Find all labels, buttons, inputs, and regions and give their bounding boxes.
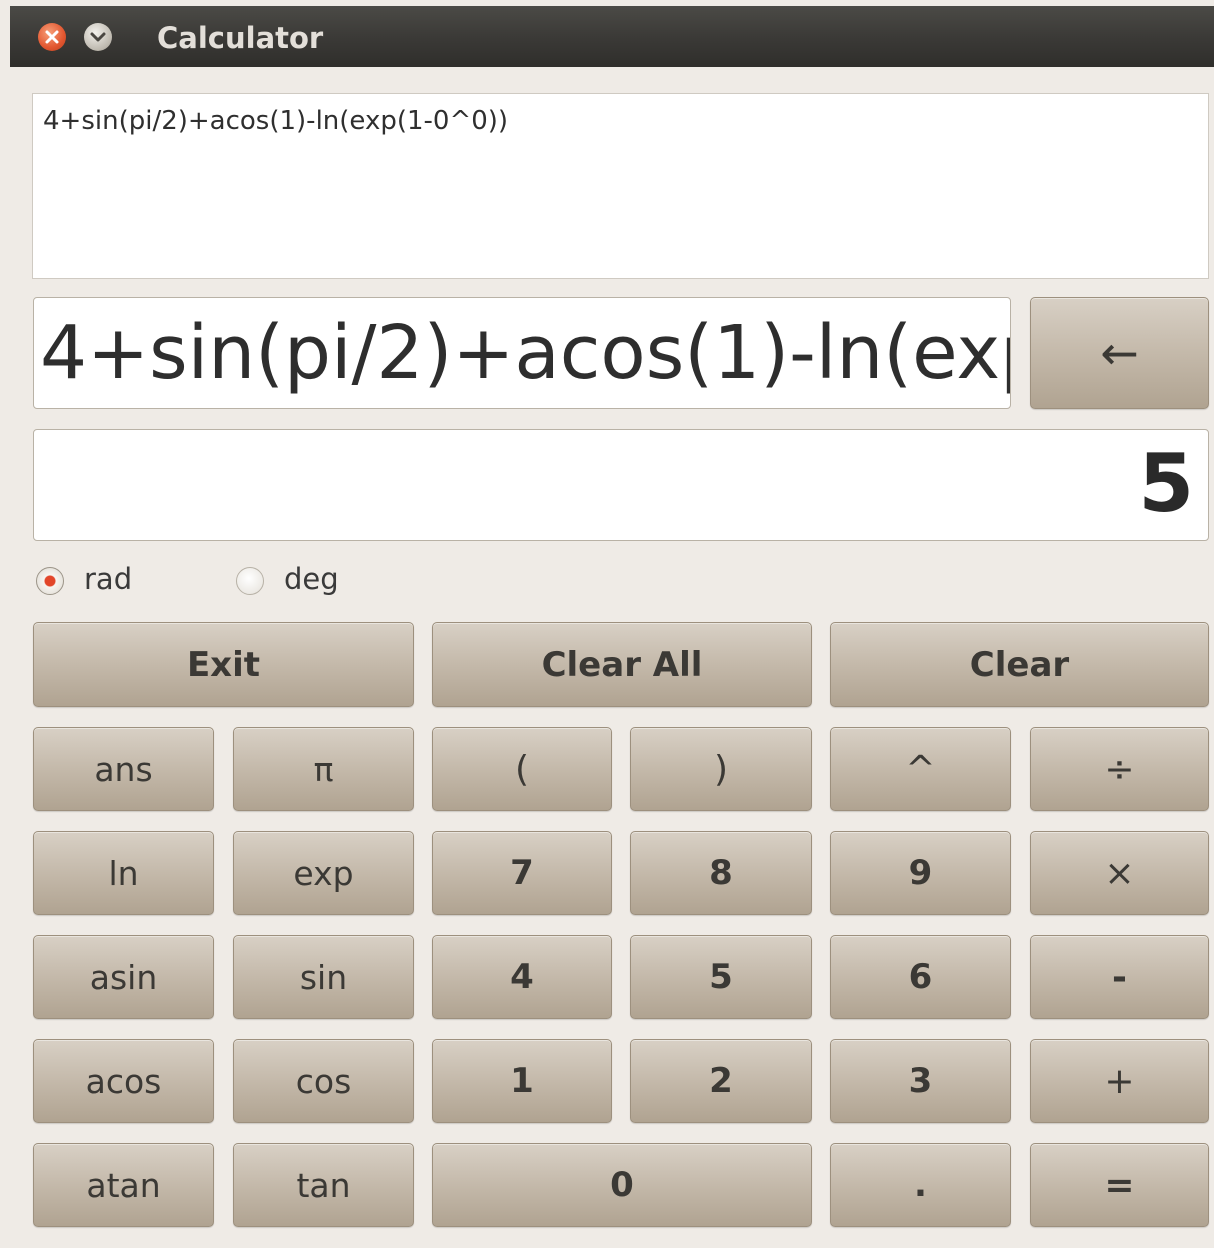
- exp-button[interactable]: exp: [233, 831, 414, 915]
- atan-button[interactable]: atan: [33, 1143, 214, 1227]
- multiply-button[interactable]: ×: [1030, 831, 1209, 915]
- divide-button[interactable]: ÷: [1030, 727, 1209, 811]
- clear-all-button[interactable]: Clear All: [432, 622, 812, 707]
- expression-input[interactable]: 4+sin(pi/2)+acos(1)-ln(exp(1-0^0)): [33, 297, 1011, 409]
- tan-button[interactable]: tan: [233, 1143, 414, 1227]
- digit-2-button[interactable]: 2: [630, 1039, 812, 1123]
- backspace-arrow-icon: ←: [1100, 326, 1139, 380]
- decimal-point-button[interactable]: .: [830, 1143, 1011, 1227]
- digit-7-button[interactable]: 7: [432, 831, 612, 915]
- acos-button[interactable]: acos: [33, 1039, 214, 1123]
- ans-button[interactable]: ans: [33, 727, 214, 811]
- minimize-button[interactable]: [84, 23, 112, 51]
- radio-deg[interactable]: [236, 567, 264, 595]
- radio-deg-label: deg: [284, 562, 339, 596]
- asin-button[interactable]: asin: [33, 935, 214, 1019]
- radio-rad-label: rad: [84, 562, 133, 596]
- open-paren-button[interactable]: (: [432, 727, 612, 811]
- ln-button[interactable]: ln: [33, 831, 214, 915]
- angle-mode-group: rad deg: [33, 560, 533, 600]
- close-icon: [45, 30, 59, 44]
- digit-0-button[interactable]: 0: [432, 1143, 812, 1227]
- radio-rad[interactable]: [36, 567, 64, 595]
- digit-5-button[interactable]: 5: [630, 935, 812, 1019]
- digit-1-button[interactable]: 1: [432, 1039, 612, 1123]
- chevron-down-icon: [90, 32, 106, 42]
- close-paren-button[interactable]: ): [630, 727, 812, 811]
- digit-3-button[interactable]: 3: [830, 1039, 1011, 1123]
- digit-4-button[interactable]: 4: [432, 935, 612, 1019]
- power-button[interactable]: ^: [830, 727, 1011, 811]
- exit-button[interactable]: Exit: [33, 622, 414, 707]
- pi-button[interactable]: π: [233, 727, 414, 811]
- clear-button[interactable]: Clear: [830, 622, 1209, 707]
- result-display: 5: [33, 429, 1209, 541]
- add-button[interactable]: +: [1030, 1039, 1209, 1123]
- window-title: Calculator: [157, 21, 324, 55]
- digit-6-button[interactable]: 6: [830, 935, 1011, 1019]
- sin-button[interactable]: sin: [233, 935, 414, 1019]
- close-button[interactable]: [38, 23, 66, 51]
- digit-9-button[interactable]: 9: [830, 831, 1011, 915]
- cos-button[interactable]: cos: [233, 1039, 414, 1123]
- history-display: 4+sin(pi/2)+acos(1)-ln(exp(1-0^0)): [32, 93, 1209, 279]
- backspace-button[interactable]: ←: [1030, 297, 1209, 409]
- title-bar: Calculator: [10, 6, 1214, 67]
- subtract-button[interactable]: -: [1030, 935, 1209, 1019]
- digit-8-button[interactable]: 8: [630, 831, 812, 915]
- equals-button[interactable]: =: [1030, 1143, 1209, 1227]
